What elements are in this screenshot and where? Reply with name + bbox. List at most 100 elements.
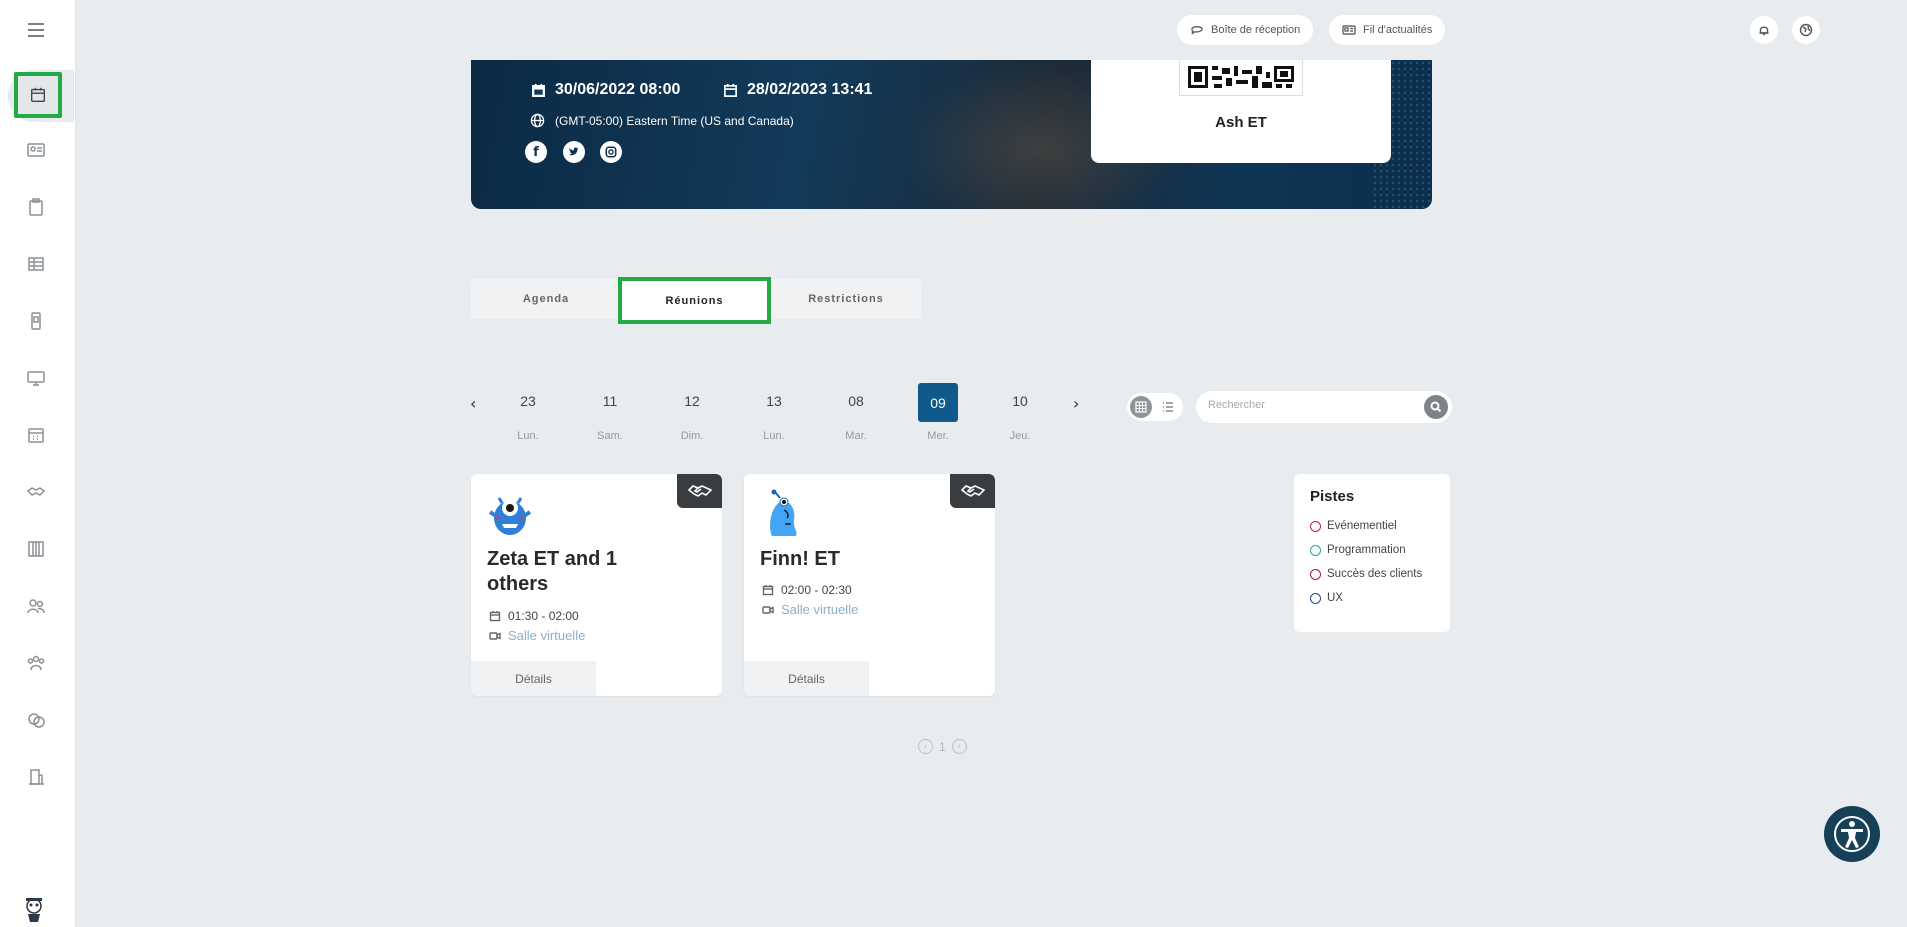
pagination: ‹ 1 ›	[918, 739, 967, 754]
track-label: Programmation	[1327, 544, 1406, 556]
date-day: Dim.	[680, 430, 704, 442]
table-icon	[28, 257, 44, 271]
track-color-ring	[1310, 544, 1321, 556]
date-day: Jeu.	[1009, 430, 1031, 442]
meeting-title: Finn! ET	[760, 548, 840, 570]
instagram-icon[interactable]	[600, 141, 622, 163]
track-item[interactable]: Succès des clients	[1310, 562, 1434, 586]
clipboard-icon	[29, 198, 43, 216]
sidebar-item-screen[interactable]	[0, 356, 72, 400]
current-page[interactable]: 1	[939, 740, 946, 754]
globe-icon	[530, 113, 545, 128]
meeting-room-link[interactable]: Salle virtuelle	[489, 628, 585, 643]
sidebar-item-schedule[interactable]	[0, 413, 72, 457]
meeting-time-value: 01:30 - 02:00	[508, 609, 579, 623]
facebook-icon[interactable]: f	[525, 141, 547, 163]
previous-dates-button[interactable]: ‹	[470, 394, 476, 413]
sidebar-item-tasks[interactable]	[0, 185, 72, 229]
meeting-title: Zeta ET and 1 others	[487, 548, 618, 595]
inbox-button[interactable]: Boîte de réception	[1177, 15, 1314, 45]
search-icon[interactable]	[1424, 395, 1448, 419]
next-dates-button[interactable]: ›	[1073, 394, 1079, 413]
date-item[interactable]: 10	[1000, 393, 1040, 409]
calendar-icon	[724, 83, 737, 97]
accessibility-icon	[1834, 816, 1870, 852]
start-date: 30/06/2022 08:00	[531, 81, 680, 99]
twitter-icon[interactable]	[563, 141, 585, 163]
tab-meetings[interactable]: Réunions	[618, 277, 771, 324]
sidebar-item-booths[interactable]	[0, 527, 72, 571]
meeting-card[interactable]: Zeta ET and 1 others 01:30 - 02:00 Salle…	[471, 474, 722, 696]
meeting-card[interactable]: Finn! ET 02:00 - 02:30 Salle virtuelle D…	[744, 474, 995, 696]
accessibility-button[interactable]	[1824, 806, 1880, 862]
details-button[interactable]: Détails	[471, 661, 596, 696]
date-item-selected[interactable]: 09	[918, 383, 958, 422]
tracks-panel: Pistes Evénementiel Programmation Succès…	[1294, 474, 1450, 632]
tab-restrictions[interactable]: Restrictions	[771, 279, 921, 319]
previous-page-icon[interactable]: ‹	[918, 739, 933, 754]
sidebar-item-users[interactable]	[0, 584, 72, 628]
mascot-avatar[interactable]	[20, 896, 48, 924]
track-color-ring	[1310, 568, 1321, 580]
view-toggle	[1127, 393, 1183, 421]
date-item[interactable]: 23	[508, 393, 548, 409]
date-item[interactable]: 12	[672, 393, 712, 409]
sidebar-item-events[interactable]	[14, 72, 62, 118]
sidebar	[0, 0, 76, 927]
meeting-room-link[interactable]: Salle virtuelle	[762, 602, 858, 617]
timezone-value: (GMT-05:00) Eastern Time (US and Canada)	[555, 113, 794, 128]
sidebar-item-meetings[interactable]	[0, 470, 72, 514]
track-item[interactable]: Evénementiel	[1310, 514, 1434, 538]
sidebar-item-venue[interactable]	[0, 755, 72, 799]
language-button[interactable]	[1792, 16, 1820, 44]
track-label: UX	[1327, 592, 1343, 604]
sidebar-item-mobile[interactable]	[0, 299, 72, 343]
date-item[interactable]: 11	[590, 393, 630, 409]
chat-bubble-icon	[1191, 26, 1203, 35]
qr-code	[1179, 60, 1303, 96]
next-page-icon[interactable]: ›	[951, 739, 967, 754]
news-feed-button[interactable]: Fil d'actualités	[1329, 15, 1446, 45]
handshake-icon	[677, 474, 722, 508]
timezone: (GMT-05:00) Eastern Time (US and Canada)	[530, 113, 794, 128]
tab-agenda[interactable]: Agenda	[471, 279, 621, 319]
id-card-icon	[27, 143, 45, 157]
date-item[interactable]: 13	[754, 393, 794, 409]
meeting-time-value: 02:00 - 02:30	[781, 583, 852, 597]
owner-name: Ash ET	[1215, 114, 1267, 131]
monitor-icon	[27, 371, 45, 386]
search-input[interactable]	[1208, 399, 1408, 411]
building-columns-icon	[28, 541, 44, 557]
date-day: Sam.	[597, 430, 623, 442]
menu-icon[interactable]	[0, 8, 72, 52]
track-label: Succès des clients	[1327, 568, 1423, 580]
sidebar-item-contacts[interactable]	[0, 128, 72, 172]
calendar-icon	[532, 83, 545, 97]
calendar-icon	[489, 611, 501, 622]
start-date-value: 30/06/2022 08:00	[555, 81, 681, 98]
participant-avatar	[758, 488, 808, 538]
date-day: Lun.	[763, 430, 785, 442]
track-color-ring	[1310, 592, 1321, 604]
details-button[interactable]: Détails	[744, 661, 869, 696]
notifications-button[interactable]	[1750, 16, 1778, 44]
sidebar-item-groups[interactable]	[0, 641, 72, 685]
tracks-title: Pistes	[1310, 488, 1355, 505]
end-date: 28/02/2023 13:41	[723, 81, 872, 99]
sidebar-item-table[interactable]	[0, 242, 72, 286]
list-view-icon[interactable]	[1159, 398, 1177, 416]
meeting-time: 01:30 - 02:00	[489, 609, 579, 623]
calendar-icon	[762, 585, 774, 596]
sidebar-item-sponsors[interactable]	[0, 698, 72, 742]
grid-view-icon[interactable]	[1130, 396, 1152, 418]
bell-icon	[1759, 26, 1769, 36]
news-feed-label: Fil d'actualités	[1363, 24, 1433, 36]
track-item[interactable]: Programmation	[1310, 538, 1434, 562]
end-date-value: 28/02/2023 13:41	[747, 81, 873, 98]
coins-icon	[28, 713, 45, 728]
track-item[interactable]: UX	[1310, 586, 1434, 610]
meeting-room-label: Salle virtuelle	[508, 628, 586, 643]
top-header: Boîte de réception Fil d'actualités	[76, 0, 1907, 60]
track-color-ring	[1310, 520, 1321, 532]
date-item[interactable]: 08	[836, 393, 876, 409]
